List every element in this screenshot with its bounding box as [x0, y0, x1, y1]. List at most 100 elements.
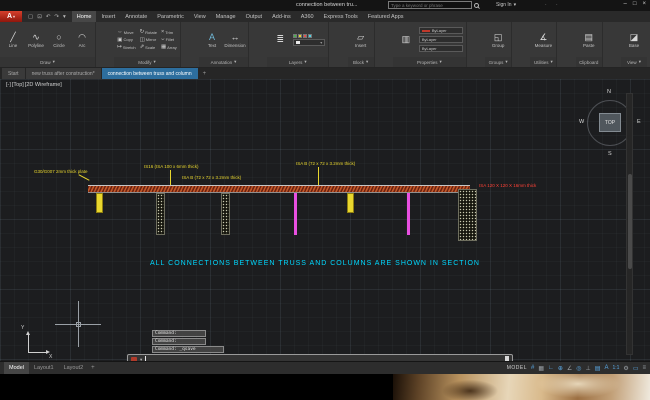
layer-freeze-icon[interactable]	[298, 34, 302, 38]
viewport-menu-control[interactable]: [-]	[6, 82, 11, 88]
vertical-scrollbar[interactable]	[626, 93, 633, 355]
tab-model[interactable]: Model	[4, 362, 29, 375]
annotation-text[interactable]: ISA 120 X 120 X 16mm thick	[479, 183, 536, 188]
scale-button[interactable]: ⇗Scale	[140, 44, 157, 50]
object-snap-icon[interactable]: ◎	[576, 365, 581, 372]
workspace-icon[interactable]: ▭	[633, 365, 639, 372]
layer-dropdown[interactable]: ▾	[293, 39, 325, 46]
new-layout-button[interactable]: +	[88, 365, 98, 371]
panel-label-properties[interactable]: Properties ▾	[393, 57, 466, 67]
snap-icon[interactable]: ▦	[538, 365, 544, 372]
column-support[interactable]	[156, 193, 165, 235]
lineweight-dropdown[interactable]: ByLayer	[419, 45, 463, 52]
tab-add-ins[interactable]: Add-ins	[267, 11, 296, 22]
lineweight-icon[interactable]: ⊥	[586, 365, 591, 372]
viewport-view-control[interactable]: [Top]	[12, 82, 24, 88]
arc-button[interactable]: ◠ Arc	[72, 32, 92, 48]
file-tab-start[interactable]: Start	[2, 68, 25, 79]
tab-output[interactable]: Output	[241, 11, 268, 22]
annotation-text[interactable]: IS16 (ISA 100 x 6mm thick)	[144, 164, 199, 169]
stretch-button[interactable]: ↦Stretch	[117, 44, 135, 50]
truss-beam[interactable]	[88, 185, 470, 193]
file-tab-new-truss[interactable]: new truss after construction*	[26, 68, 101, 79]
application-menu-button[interactable]: A ▾	[0, 11, 22, 22]
plot-icon[interactable]: ⊡	[37, 14, 42, 20]
layer-on-icon[interactable]	[293, 34, 297, 38]
column-support[interactable]	[347, 193, 354, 213]
panel-label-view[interactable]: View ▾	[621, 57, 647, 67]
column-support[interactable]	[294, 193, 297, 235]
array-button[interactable]: ▦Array	[161, 44, 177, 50]
annotation-text[interactable]: ISA B (72 x 72 x 3.2mm thick)	[182, 175, 241, 180]
panel-label-annotation[interactable]: Annotation ▾	[199, 57, 248, 67]
panel-label-modify[interactable]: Modify ▾	[114, 57, 179, 67]
panel-label-draw[interactable]: Draw ▾	[0, 57, 95, 67]
group-button[interactable]: ◱ Group	[488, 32, 508, 48]
customization-icon[interactable]: ≡	[642, 365, 646, 371]
dimension-button[interactable]: ↔ Dimension	[225, 32, 245, 48]
tab-layout1[interactable]: Layout1	[29, 362, 59, 375]
tab-view[interactable]: View	[189, 11, 211, 22]
text-button[interactable]: A Text	[202, 32, 222, 48]
grid-icon[interactable]: #	[531, 365, 534, 371]
polar-tracking-icon[interactable]: ⊕	[558, 365, 563, 372]
color-dropdown[interactable]: ByLayer	[419, 27, 463, 34]
tab-featured-apps[interactable]: Featured Apps	[363, 11, 409, 22]
model-space-label[interactable]: MODEL	[507, 365, 527, 371]
annotation-scale-control[interactable]: 1:1	[612, 365, 619, 371]
trim-button[interactable]: ×Trim	[161, 29, 177, 35]
tab-manage[interactable]: Manage	[211, 11, 241, 22]
tab-annotate[interactable]: Annotate	[120, 11, 152, 22]
line-button[interactable]: ╱ Line	[3, 32, 23, 48]
undo-icon[interactable]: ↶	[46, 14, 51, 20]
panel-label-utilities[interactable]: Utilities ▾	[530, 57, 556, 67]
sign-in-button[interactable]: Sign In ▾	[496, 2, 516, 8]
new-tab-button[interactable]: +	[199, 68, 211, 79]
annotation-text[interactable]: G30/G007 2mm thick plate	[34, 169, 88, 174]
tab-insert[interactable]: Insert	[96, 11, 120, 22]
file-tab-connection[interactable]: connection between truss and column	[102, 68, 198, 79]
redo-icon[interactable]: ↷	[54, 14, 59, 20]
column-support[interactable]	[407, 193, 410, 235]
tab-home[interactable]: Home	[72, 11, 97, 22]
close-button[interactable]: ×	[642, 1, 646, 7]
compass-east[interactable]: E	[637, 119, 641, 125]
compass-south[interactable]: S	[608, 151, 612, 157]
panel-label-layers[interactable]: Layers ▾	[267, 57, 328, 67]
polyline-button[interactable]: ∿ Polyline	[26, 32, 46, 48]
qat-customize-icon[interactable]: ▾	[63, 14, 66, 20]
circle-button[interactable]: ○ Circle	[49, 32, 69, 48]
copy-button[interactable]: ▣Copy	[117, 36, 135, 43]
column-support[interactable]	[96, 193, 103, 213]
layer-color-icon[interactable]	[308, 34, 312, 38]
tab-parametric[interactable]: Parametric	[152, 11, 189, 22]
annotation-visibility-icon[interactable]: A	[604, 365, 608, 371]
match-properties-button[interactable]: ▥	[396, 34, 416, 45]
viewport-style-control[interactable]: [2D Wireframe]	[25, 82, 62, 88]
compass-north[interactable]: N	[607, 89, 611, 95]
paste-button[interactable]: ▤ Paste	[579, 32, 599, 48]
tab-express-tools[interactable]: Express Tools	[319, 11, 363, 22]
drawing-canvas[interactable]: [-] [Top] [2D Wireframe] N W E S TOP G30…	[0, 79, 650, 361]
new-icon[interactable]: ▢	[28, 14, 33, 20]
mirror-button[interactable]: ◫Mirror	[140, 36, 157, 43]
search-icon[interactable]	[474, 3, 479, 8]
measure-button[interactable]: ∡ Measure	[533, 32, 553, 48]
viewcube-top-face[interactable]: TOP	[599, 113, 621, 132]
panel-label-clipboard[interactable]: Clipboard	[576, 57, 602, 67]
panel-label-block[interactable]: Block ▾	[348, 57, 374, 67]
column-support[interactable]	[458, 189, 477, 241]
panel-label-groups[interactable]: Groups ▾	[485, 57, 511, 67]
tab-a360[interactable]: A360	[296, 11, 319, 22]
annotation-text[interactable]: ISA B (72 x 72 x 3.2mm thick)	[296, 161, 355, 166]
ucs-icon[interactable]	[28, 352, 46, 353]
rotate-button[interactable]: ↻Rotate	[140, 29, 157, 35]
insert-button[interactable]: ▱ Insert	[351, 32, 371, 48]
move-button[interactable]: ⇔Move	[117, 29, 135, 35]
isodraft-icon[interactable]: ∠	[567, 365, 572, 372]
fillet-button[interactable]: ⌣Fillet	[161, 36, 177, 43]
column-support[interactable]	[221, 193, 230, 235]
linetype-dropdown[interactable]: ByLayer	[419, 36, 463, 43]
layer-properties-button[interactable]: ≣	[270, 34, 290, 45]
ortho-icon[interactable]: ∟	[548, 365, 554, 371]
